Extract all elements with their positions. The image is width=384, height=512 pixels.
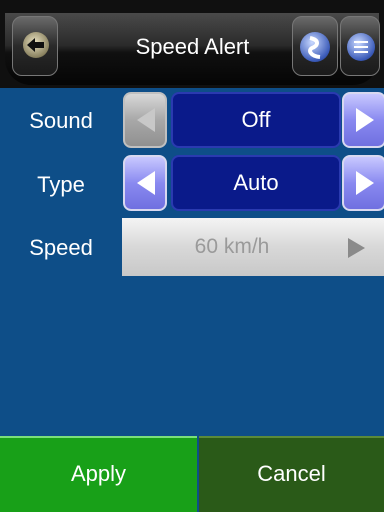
right-arrow-icon: [356, 108, 374, 132]
speed-value: 60 km/h: [194, 235, 270, 258]
type-next-button[interactable]: [342, 155, 384, 211]
right-arrow-icon: [356, 171, 374, 195]
sound-label: Sound: [29, 108, 93, 133]
speed-label: Speed: [29, 235, 93, 260]
speed-alert-screen: Speed Alert Sound Off Type Auto Speed 60…: [0, 0, 384, 512]
cancel-button[interactable]: Cancel: [199, 436, 384, 512]
type-label: Type: [37, 172, 85, 197]
left-arrow-icon: [137, 171, 155, 195]
sound-value: Off: [171, 92, 341, 148]
type-prev-button[interactable]: [123, 155, 167, 211]
apply-button[interactable]: Apply: [0, 436, 197, 512]
header: Speed Alert: [0, 0, 384, 88]
type-value: Auto: [171, 155, 341, 211]
left-arrow-icon: [137, 108, 155, 132]
speed-selector[interactable]: 60 km/h: [122, 218, 384, 276]
navigation-icon: [300, 32, 330, 62]
back-arrow-icon: [23, 32, 49, 58]
sound-next-button[interactable]: [342, 92, 384, 148]
page-title: Speed Alert: [135, 34, 250, 59]
back-button[interactable]: [12, 16, 58, 76]
right-arrow-icon: [348, 238, 365, 258]
menu-icon: [347, 33, 375, 61]
navigation-button[interactable]: [292, 16, 338, 76]
sound-prev-button[interactable]: [123, 92, 167, 148]
menu-button[interactable]: [340, 16, 380, 76]
